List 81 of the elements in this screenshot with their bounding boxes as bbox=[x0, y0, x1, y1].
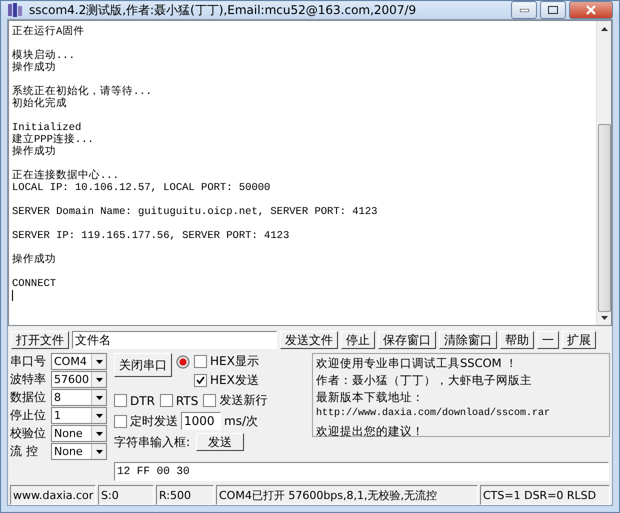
text-cursor bbox=[12, 290, 13, 301]
terminal-line: Initialized bbox=[12, 122, 82, 134]
info-text: 最新版本下载地址： bbox=[316, 390, 424, 404]
terminal-line: 操作成功 bbox=[12, 62, 56, 74]
checkbox-label: HEX显示 bbox=[210, 353, 259, 370]
status-pane: R:500 bbox=[156, 485, 214, 505]
checkbox-label: 发送新行 bbox=[219, 392, 268, 409]
info-text: 作者：聂小猛（丁丁），大虾电子网版主 bbox=[316, 373, 532, 387]
setting-label: 波特率 bbox=[10, 371, 47, 388]
terminal-line: 操作成功 bbox=[12, 146, 56, 158]
scroll-up-icon[interactable] bbox=[600, 27, 608, 31]
interval-field[interactable]: 1000 bbox=[181, 412, 221, 430]
info-text: 欢迎使用专业串口调试工具SSCOM ！ bbox=[316, 356, 518, 370]
terminal-line: SERVER Domain Name: guituguitu.oicp.net, SERVER PORT: 4123 bbox=[12, 206, 378, 218]
status-pane: www.daxia.cor bbox=[10, 485, 96, 505]
terminal-line: LOCAL IP: 10.106.12.57, LOCAL PORT: 50000 bbox=[12, 182, 270, 194]
file-name-field[interactable]: 文件名 bbox=[72, 331, 277, 349]
checkbox-label: 定时发送 bbox=[130, 412, 178, 430]
status-pane: COM4已打开 57600bps,8,1,无校验,无流控 bbox=[216, 485, 478, 505]
info-text: 欢迎提出您的建议！ bbox=[316, 424, 424, 438]
terminal-line: 模块启动... bbox=[12, 50, 75, 62]
setting-dropdown[interactable]: 57600 bbox=[51, 371, 107, 388]
toolbar-button[interactable]: 清除窗口 bbox=[439, 331, 497, 349]
caret-icon bbox=[96, 378, 102, 382]
maximize-icon bbox=[548, 6, 558, 14]
interval-unit: ms/次 bbox=[224, 412, 258, 430]
setting-dropdown[interactable]: None bbox=[51, 443, 107, 460]
terminal-line: SERVER IP: 119.165.177.56, SERVER PORT: 4123 bbox=[12, 230, 290, 242]
terminal-line: 系统正在初始化，请等待... bbox=[12, 86, 152, 98]
toolbar-button[interactable]: 发送文件 bbox=[280, 331, 338, 349]
toolbar-button[interactable]: 扩展 bbox=[562, 331, 596, 349]
checkbox[interactable] bbox=[194, 355, 207, 368]
caret-icon bbox=[96, 414, 102, 418]
checkbox[interactable] bbox=[194, 374, 207, 387]
window-title: sscom4.2测试版,作者:聂小猛(丁丁),Email:mcu52@163.com,2007/9 bbox=[29, 2, 418, 18]
checkbox[interactable] bbox=[160, 394, 173, 407]
toolbar-button[interactable]: 停止 bbox=[341, 331, 375, 349]
status-pane: CTS=1 DSR=0 RLSD bbox=[480, 485, 610, 505]
setting-dropdown[interactable]: 1 bbox=[51, 407, 107, 424]
terminal-line: 操作成功 bbox=[12, 254, 56, 266]
setting-label: 停止位 bbox=[10, 407, 47, 424]
close-icon bbox=[586, 5, 596, 15]
open-file-button[interactable]: 打开文件 bbox=[11, 331, 69, 349]
minimize-button[interactable] bbox=[511, 1, 537, 19]
terminal-line: 初始化完成 bbox=[12, 98, 67, 110]
string-input-label: 字符串输入框: bbox=[114, 434, 190, 450]
close-button[interactable] bbox=[569, 1, 613, 19]
minimize-icon bbox=[520, 8, 528, 12]
checkbox[interactable] bbox=[114, 394, 127, 407]
app-icon bbox=[7, 2, 23, 18]
caret-icon bbox=[96, 396, 102, 400]
setting-dropdown[interactable]: None bbox=[51, 425, 107, 442]
close-port-button[interactable]: 关闭串口 bbox=[114, 353, 172, 377]
maximize-button[interactable] bbox=[540, 1, 566, 19]
setting-label: 数据位 bbox=[10, 389, 47, 406]
caret-icon bbox=[96, 432, 102, 436]
toolbar-button[interactable]: 一 bbox=[537, 331, 559, 349]
terminal-line: CONNECT bbox=[12, 278, 56, 290]
caret-icon bbox=[96, 360, 102, 364]
status-pane: S:0 bbox=[98, 485, 154, 505]
checkbox-label: RTS bbox=[176, 394, 198, 408]
terminal-line: 建立PPP连接... bbox=[12, 134, 94, 146]
setting-label: 流 控 bbox=[10, 443, 39, 460]
setting-label: 校验位 bbox=[10, 425, 47, 442]
checkbox[interactable] bbox=[203, 394, 216, 407]
setting-label: 串口号 bbox=[10, 353, 47, 370]
send-input-field[interactable]: 12 FF 00 30 bbox=[114, 462, 609, 481]
scroll-down-icon[interactable] bbox=[600, 316, 608, 320]
checkbox-label: HEX发送 bbox=[210, 372, 259, 389]
toolbar-button[interactable]: 帮助 bbox=[500, 331, 534, 349]
setting-dropdown[interactable]: COM4 bbox=[51, 353, 107, 370]
info-text: http://www.daxia.com/download/sscom.rar bbox=[316, 407, 550, 421]
toolbar-button[interactable]: 保存窗口 bbox=[378, 331, 436, 349]
terminal-line: 正在运行A固件 bbox=[12, 26, 84, 38]
send-button[interactable]: 发送 bbox=[196, 433, 244, 451]
terminal-line: 正在连接数据中心... bbox=[12, 170, 119, 182]
checkbox-label: DTR bbox=[130, 394, 155, 408]
setting-dropdown[interactable]: 8 bbox=[51, 389, 107, 406]
caret-icon bbox=[96, 450, 102, 454]
scrollbar[interactable] bbox=[596, 21, 611, 325]
checkbox[interactable] bbox=[114, 414, 127, 428]
